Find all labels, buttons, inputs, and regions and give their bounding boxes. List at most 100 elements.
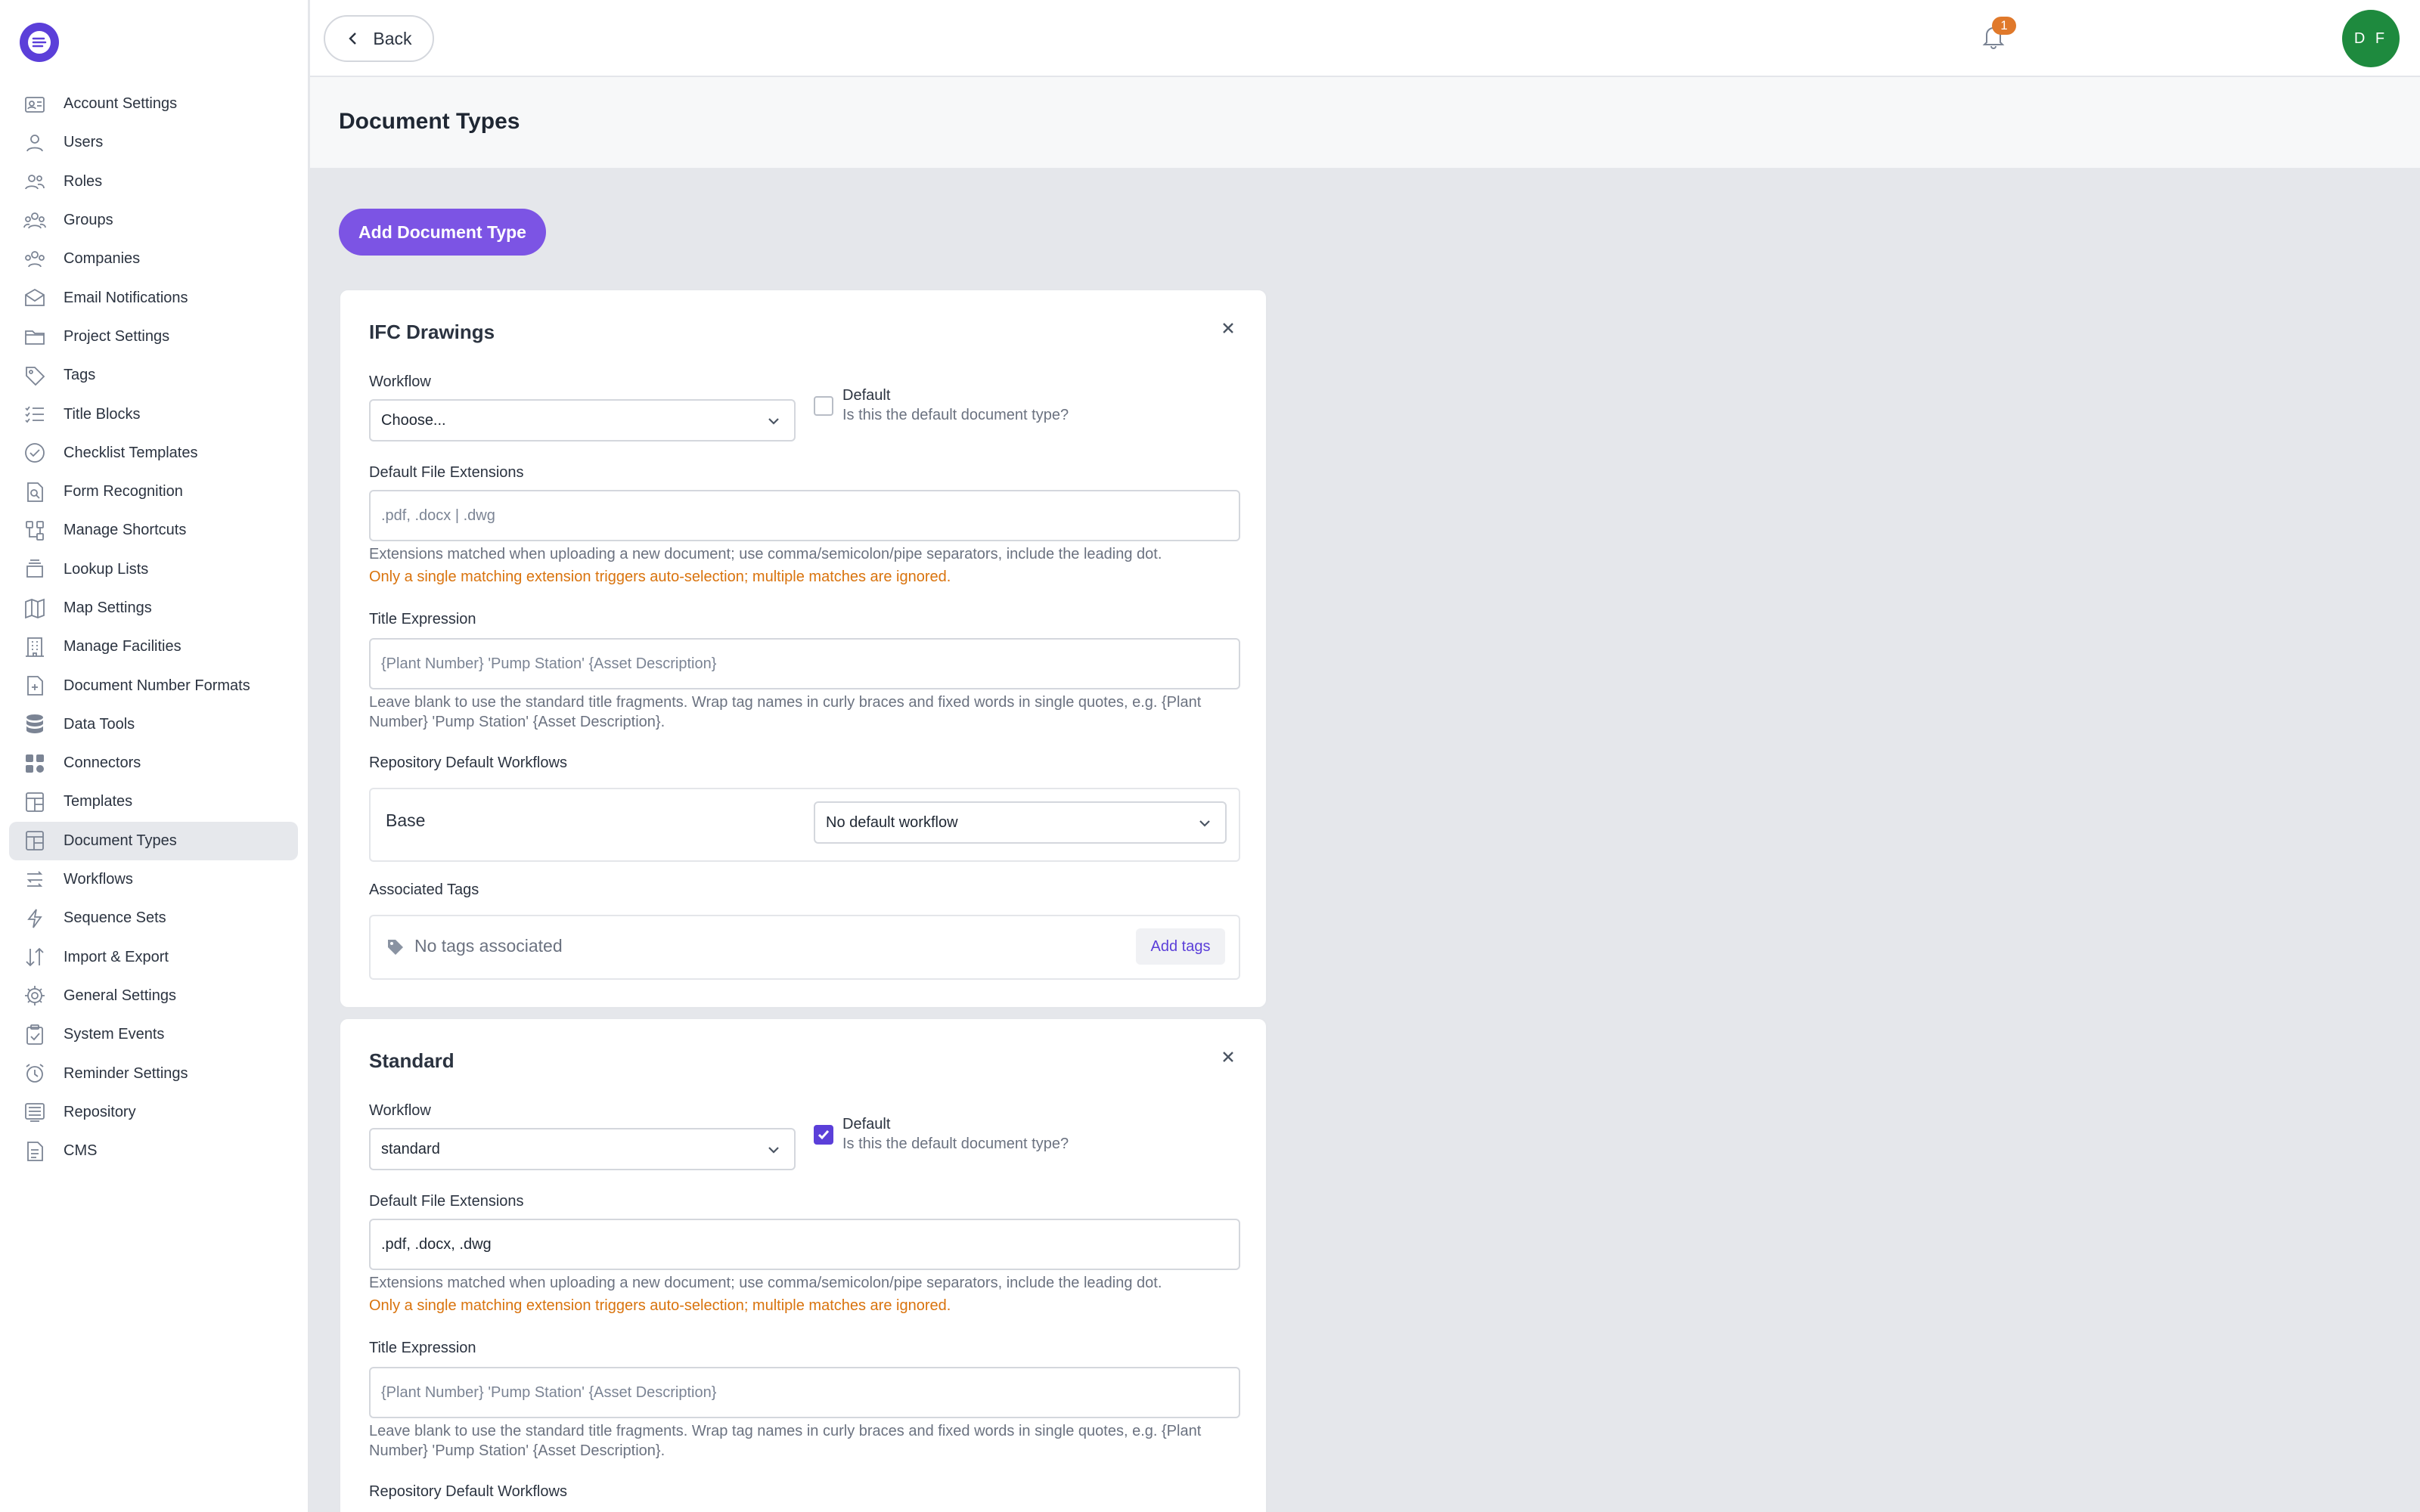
sidebar-item-title-blocks[interactable]: Title Blocks bbox=[9, 395, 298, 433]
default-checkbox[interactable] bbox=[814, 396, 833, 416]
repository-workflow-select[interactable]: No default workflow bbox=[814, 801, 1227, 844]
remove-document-type-button[interactable] bbox=[1219, 319, 1237, 337]
sidebar-item-tags[interactable]: Tags bbox=[9, 356, 298, 395]
building-icon bbox=[26, 637, 44, 657]
document-type-card: Standard Workflow standard Default Is th… bbox=[339, 1018, 1267, 1512]
sidebar-item-label: Connectors bbox=[64, 754, 141, 772]
sidebar-item-connectors[interactable]: Connectors bbox=[9, 744, 298, 782]
sidebar-item-document-types[interactable]: Document Types bbox=[9, 821, 298, 860]
sidebar-item-project-settings[interactable]: Project Settings bbox=[9, 318, 298, 356]
checkmark-icon bbox=[818, 1130, 830, 1140]
roles-icon bbox=[25, 175, 45, 190]
sidebar-item-general-settings[interactable]: General Settings bbox=[9, 977, 298, 1015]
sidebar-item-map-settings[interactable]: Map Settings bbox=[9, 589, 298, 627]
sidebar-item-label: System Events bbox=[64, 1026, 165, 1043]
sidebar-item-account-settings[interactable]: Account Settings bbox=[9, 85, 298, 123]
default-checkbox[interactable] bbox=[814, 1125, 833, 1145]
sidebar-item-label: Companies bbox=[64, 250, 141, 268]
sidebar-item-reminder-settings[interactable]: Reminder Settings bbox=[9, 1054, 298, 1092]
document-types-icon bbox=[26, 831, 44, 851]
repository-workflows-label: Repository Default Workflows bbox=[369, 754, 567, 771]
template-icon bbox=[26, 792, 44, 812]
extensions-input[interactable]: .pdf, .docx, .dwg bbox=[369, 1219, 1240, 1270]
sidebar-item-label: CMS bbox=[64, 1142, 98, 1160]
extensions-label: Default File Extensions bbox=[369, 464, 524, 481]
sidebar-item-form-recognition[interactable]: Form Recognition bbox=[9, 472, 298, 511]
add-document-type-button[interactable]: Add Document Type bbox=[339, 209, 546, 256]
sidebar-item-templates[interactable]: Templates bbox=[9, 782, 298, 821]
logo-icon bbox=[28, 31, 51, 54]
avatar[interactable]: D F bbox=[2342, 10, 2400, 67]
sidebar-item-label: Lookup Lists bbox=[64, 560, 149, 578]
user-icon bbox=[26, 135, 43, 152]
sidebar-item-label: Document Types bbox=[64, 832, 177, 849]
workflow-label: Workflow bbox=[369, 1102, 431, 1119]
document-plus-icon bbox=[27, 676, 43, 696]
sidebar-item-cms[interactable]: CMS bbox=[9, 1132, 298, 1170]
sidebar: Account Settings Users Roles Groups Comp… bbox=[0, 0, 309, 1512]
companies-icon bbox=[25, 250, 45, 268]
alarm-icon bbox=[26, 1064, 44, 1083]
sidebar-item-label: General Settings bbox=[64, 987, 176, 1004]
sidebar-item-label: Import & Export bbox=[64, 948, 169, 965]
sidebar-item-groups[interactable]: Groups bbox=[9, 201, 298, 240]
default-label: Default bbox=[842, 387, 891, 404]
sidebar-item-label: Form Recognition bbox=[64, 483, 183, 500]
workflow-select[interactable]: Choose... bbox=[369, 399, 796, 442]
app-logo[interactable] bbox=[20, 23, 59, 62]
title-expression-input[interactable]: {Plant Number} 'Pump Station' {Asset Des… bbox=[369, 1367, 1240, 1418]
no-tags-text: No tags associated bbox=[414, 936, 563, 956]
sidebar-item-label: Title Blocks bbox=[64, 405, 141, 423]
workflow-select[interactable]: standard bbox=[369, 1128, 796, 1170]
extensions-warning: Only a single matching extension trigger… bbox=[369, 569, 951, 585]
sidebar-item-label: Document Number Formats bbox=[64, 677, 250, 694]
title-expression-label: Title Expression bbox=[369, 611, 476, 627]
sidebar-item-sequence-sets[interactable]: Sequence Sets bbox=[9, 899, 298, 937]
sidebar-item-label: Tags bbox=[64, 367, 96, 384]
back-button[interactable]: Back bbox=[324, 15, 434, 62]
title-expression-help: Leave blank to use the standard title fr… bbox=[369, 1423, 1202, 1459]
sidebar-item-checklist-templates[interactable]: Checklist Templates bbox=[9, 434, 298, 472]
sidebar-item-label: Repository bbox=[64, 1103, 136, 1120]
sidebar-item-companies[interactable]: Companies bbox=[9, 240, 298, 278]
close-icon bbox=[1223, 1052, 1233, 1062]
envelope-icon bbox=[25, 289, 45, 307]
groups-icon bbox=[23, 212, 46, 228]
sidebar-item-label: Templates bbox=[64, 793, 133, 810]
extensions-input[interactable]: .pdf, .docx | .dwg bbox=[369, 490, 1240, 541]
back-button-label: Back bbox=[373, 28, 412, 48]
repository-name: Base bbox=[386, 810, 426, 830]
sidebar-item-workflows[interactable]: Workflows bbox=[9, 860, 298, 899]
sidebar-item-document-number-formats[interactable]: Document Number Formats bbox=[9, 666, 298, 705]
sidebar-item-label: Sequence Sets bbox=[64, 909, 166, 927]
sidebar-item-manage-shortcuts[interactable]: Manage Shortcuts bbox=[9, 511, 298, 550]
sidebar-item-system-events[interactable]: System Events bbox=[9, 1015, 298, 1054]
sidebar-item-import-export[interactable]: Import & Export bbox=[9, 938, 298, 977]
sidebar-item-label: Roles bbox=[64, 172, 103, 190]
map-icon bbox=[25, 598, 45, 618]
document-type-title: Standard bbox=[369, 1049, 455, 1072]
repository-icon bbox=[25, 1103, 45, 1123]
add-tags-button[interactable]: Add tags bbox=[1136, 928, 1225, 965]
workflow-label: Workflow bbox=[369, 373, 431, 390]
sidebar-item-repository[interactable]: Repository bbox=[9, 1093, 298, 1132]
default-description: Is this the default document type? bbox=[842, 407, 1069, 423]
document-search-icon bbox=[27, 482, 43, 502]
sidebar-item-label: Manage Facilities bbox=[64, 638, 182, 655]
sidebar-item-manage-facilities[interactable]: Manage Facilities bbox=[9, 627, 298, 666]
top-bar: Back bbox=[310, 0, 2420, 77]
sidebar-item-lookup-lists[interactable]: Lookup Lists bbox=[9, 550, 298, 589]
repository-workflows-label: Repository Default Workflows bbox=[369, 1483, 567, 1500]
title-expression-help: Leave blank to use the standard title fr… bbox=[369, 694, 1202, 730]
extensions-warning: Only a single matching extension trigger… bbox=[369, 1297, 951, 1314]
sidebar-item-email-notifications[interactable]: Email Notifications bbox=[9, 278, 298, 317]
workflow-select-value: Choose... bbox=[381, 411, 446, 429]
sidebar-item-roles[interactable]: Roles bbox=[9, 163, 298, 201]
shortcut-icon bbox=[26, 521, 44, 541]
sidebar-item-data-tools[interactable]: Data Tools bbox=[9, 705, 298, 744]
workflow-icon bbox=[26, 870, 43, 887]
title-expression-input[interactable]: {Plant Number} 'Pump Station' {Asset Des… bbox=[369, 638, 1240, 689]
sidebar-item-users[interactable]: Users bbox=[9, 123, 298, 162]
title-expression-label: Title Expression bbox=[369, 1340, 476, 1356]
remove-document-type-button[interactable] bbox=[1219, 1048, 1237, 1066]
